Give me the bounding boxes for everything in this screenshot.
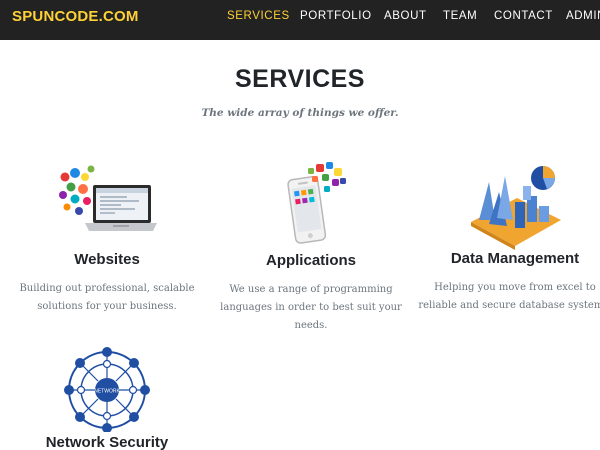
service-text-websites: Building out professional, scalable solu…: [19, 283, 195, 312]
nav-item-admin[interactable]: ADMIN: [566, 0, 600, 40]
nav-item-contact[interactable]: CONTACT: [494, 0, 553, 40]
section-subheading: The wide array of things we offer.: [201, 107, 399, 119]
nav-item-portfolio[interactable]: PORTFOLIO: [300, 0, 372, 40]
nav-item-team[interactable]: TEAM: [443, 0, 477, 40]
service-text-applications: We use a range of programming languages …: [220, 284, 402, 331]
section-heading: SERVICES: [235, 65, 365, 93]
nav-item-services[interactable]: SERVICES: [227, 0, 290, 40]
navbar: SPUNCODE.COM SERVICES PORTFOLIO ABOUT TE…: [0, 0, 600, 40]
laptop-icon: [59, 165, 157, 231]
service-title-data-management: Data Management: [450, 250, 580, 267]
brand-logo[interactable]: SPUNCODE.COM: [12, 0, 139, 40]
smartphone-apps-icon: [287, 162, 346, 244]
service-applications: Applications We use a range of programmi…: [211, 160, 411, 335]
service-data-management: Data Management Helping you move from ex…: [415, 162, 600, 315]
service-network-security: NETWORK Network Security: [7, 344, 207, 450]
network-icon: NETWORK: [64, 347, 150, 432]
svg-text:NETWORK: NETWORK: [94, 389, 120, 395]
service-text-data-management: Helping you move from excel to reliable …: [418, 282, 600, 311]
service-title-network-security: Network Security: [45, 434, 169, 450]
service-title-applications: Applications: [265, 252, 356, 269]
data-chart-icon: [471, 166, 561, 250]
service-websites: Websites Building out professional, scal…: [7, 165, 207, 316]
service-title-websites: Websites: [74, 251, 140, 268]
services-section: SERVICES The wide array of things we off…: [0, 40, 600, 450]
nav-item-about[interactable]: ABOUT: [384, 0, 427, 40]
